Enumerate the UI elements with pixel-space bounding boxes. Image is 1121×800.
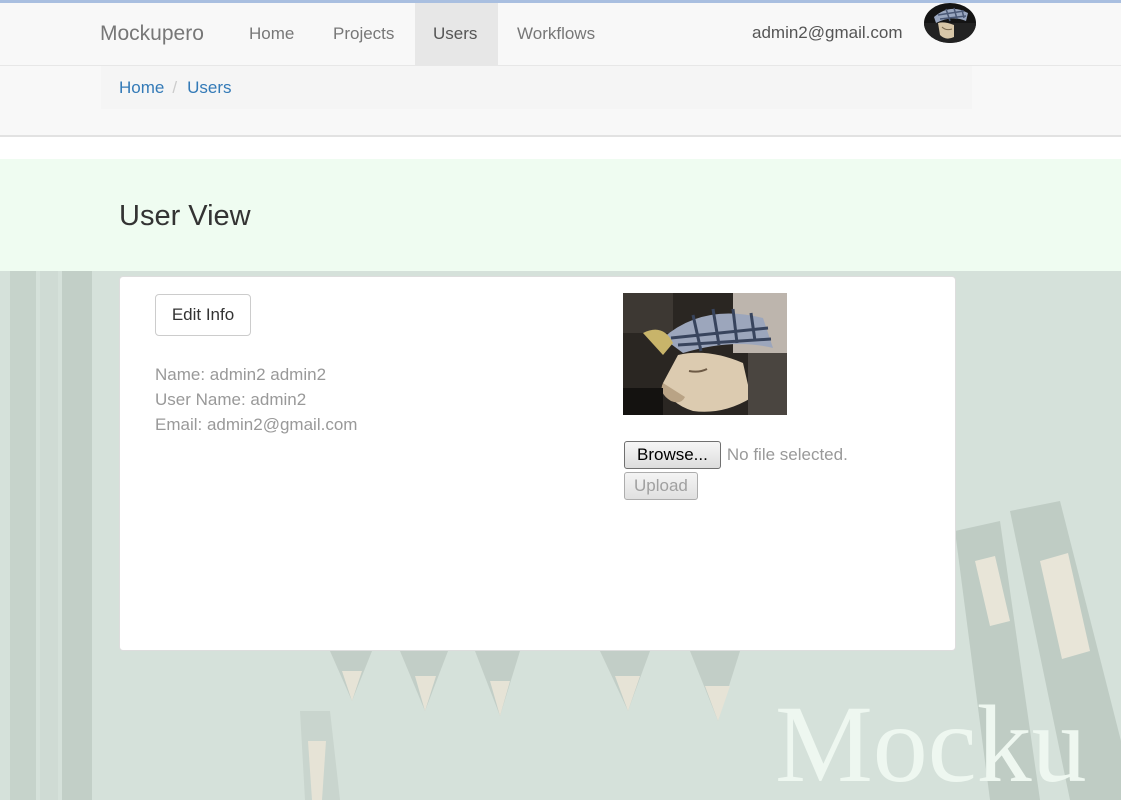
breadcrumb-users[interactable]: Users [187, 78, 231, 97]
edit-info-button[interactable]: Edit Info [155, 294, 251, 336]
file-status-text: No file selected. [726, 445, 848, 464]
file-input: Browse... No file selected. [624, 441, 848, 469]
brand-logo[interactable]: Mockupero [100, 22, 204, 46]
user-info: Name: admin2 admin2 User Name: admin2 Em… [155, 362, 357, 437]
nav-projects[interactable]: Projects [315, 3, 412, 65]
upload-button[interactable]: Upload [624, 472, 698, 500]
user-avatar-photo-icon [924, 3, 976, 43]
breadcrumb-separator: / [172, 78, 178, 97]
profile-photo [623, 293, 787, 415]
breadcrumb-home[interactable]: Home [119, 78, 164, 97]
browse-button[interactable]: Browse... [624, 441, 721, 469]
breadcrumb-band: Home / Users [0, 66, 1121, 137]
page-title: User View [119, 200, 251, 232]
nav-workflows[interactable]: Workflows [499, 3, 613, 65]
navbar: Mockupero Home Projects Users Workflows … [0, 3, 1121, 66]
watermark-text: Mocku [775, 683, 1087, 800]
nav-users[interactable]: Users [415, 3, 498, 65]
user-email-text: Email: admin2@gmail.com [155, 415, 358, 434]
nav-home[interactable]: Home [231, 3, 312, 65]
breadcrumb: Home / Users [101, 66, 972, 109]
page-header: User View [0, 159, 1121, 271]
user-email-menu[interactable]: admin2@gmail.com [752, 23, 902, 43]
user-avatar[interactable] [924, 3, 976, 43]
user-username-text: User Name: admin2 [155, 390, 307, 409]
user-card: Edit Info Name: admin2 admin2 User Name:… [119, 276, 956, 651]
user-name-text: Name: admin2 admin2 [155, 365, 327, 384]
profile-photo-icon [623, 293, 787, 415]
